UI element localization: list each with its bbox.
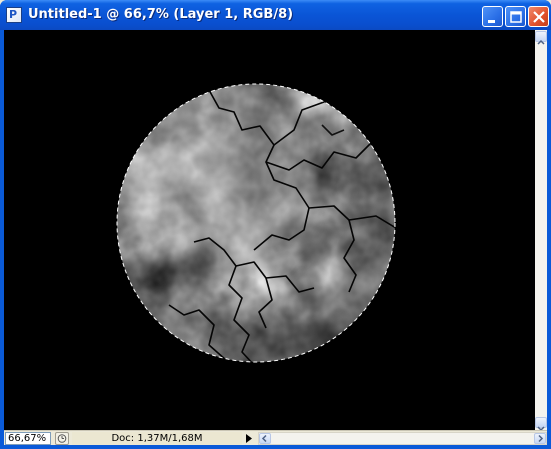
- scroll-right-button[interactable]: [534, 433, 546, 444]
- vertical-scrollbar[interactable]: [535, 30, 547, 432]
- clock-icon: [57, 434, 67, 443]
- document-size-info: Doc: 1,37M/1,68M: [72, 432, 242, 445]
- status-bar: 66,67% Doc: 1,37M/1,68M: [4, 430, 547, 446]
- scroll-up-button[interactable]: [535, 31, 547, 45]
- arrow-left-icon: [261, 434, 267, 443]
- photoshop-document-icon[interactable]: P: [6, 7, 22, 23]
- maximize-icon: [510, 11, 522, 23]
- document-window: P Untitled-1 @ 66,7% (Layer 1, RGB/8) 66…: [0, 0, 551, 449]
- maximize-button[interactable]: [505, 6, 526, 27]
- close-icon: [533, 11, 545, 23]
- window-bottom-border: [0, 445, 551, 449]
- scroll-down-button[interactable]: [535, 417, 547, 432]
- scroll-left-button[interactable]: [259, 433, 271, 444]
- arrow-up-icon: [537, 39, 545, 45]
- title-bar[interactable]: P Untitled-1 @ 66,7% (Layer 1, RGB/8): [0, 0, 551, 30]
- marble-circle-image: [4, 30, 535, 430]
- window-right-border: [547, 30, 551, 449]
- status-menu-arrow-icon[interactable]: [244, 433, 254, 444]
- minimize-icon: [488, 20, 495, 23]
- document-canvas[interactable]: [4, 30, 535, 430]
- minimize-button[interactable]: [482, 6, 503, 27]
- zoom-field[interactable]: 66,67%: [5, 432, 51, 445]
- arrow-right-icon: [538, 434, 544, 443]
- status-timer-icon[interactable]: [55, 432, 69, 445]
- close-button[interactable]: [528, 6, 549, 27]
- horizontal-scrollbar[interactable]: [258, 432, 547, 445]
- window-title: Untitled-1 @ 66,7% (Layer 1, RGB/8): [28, 7, 294, 22]
